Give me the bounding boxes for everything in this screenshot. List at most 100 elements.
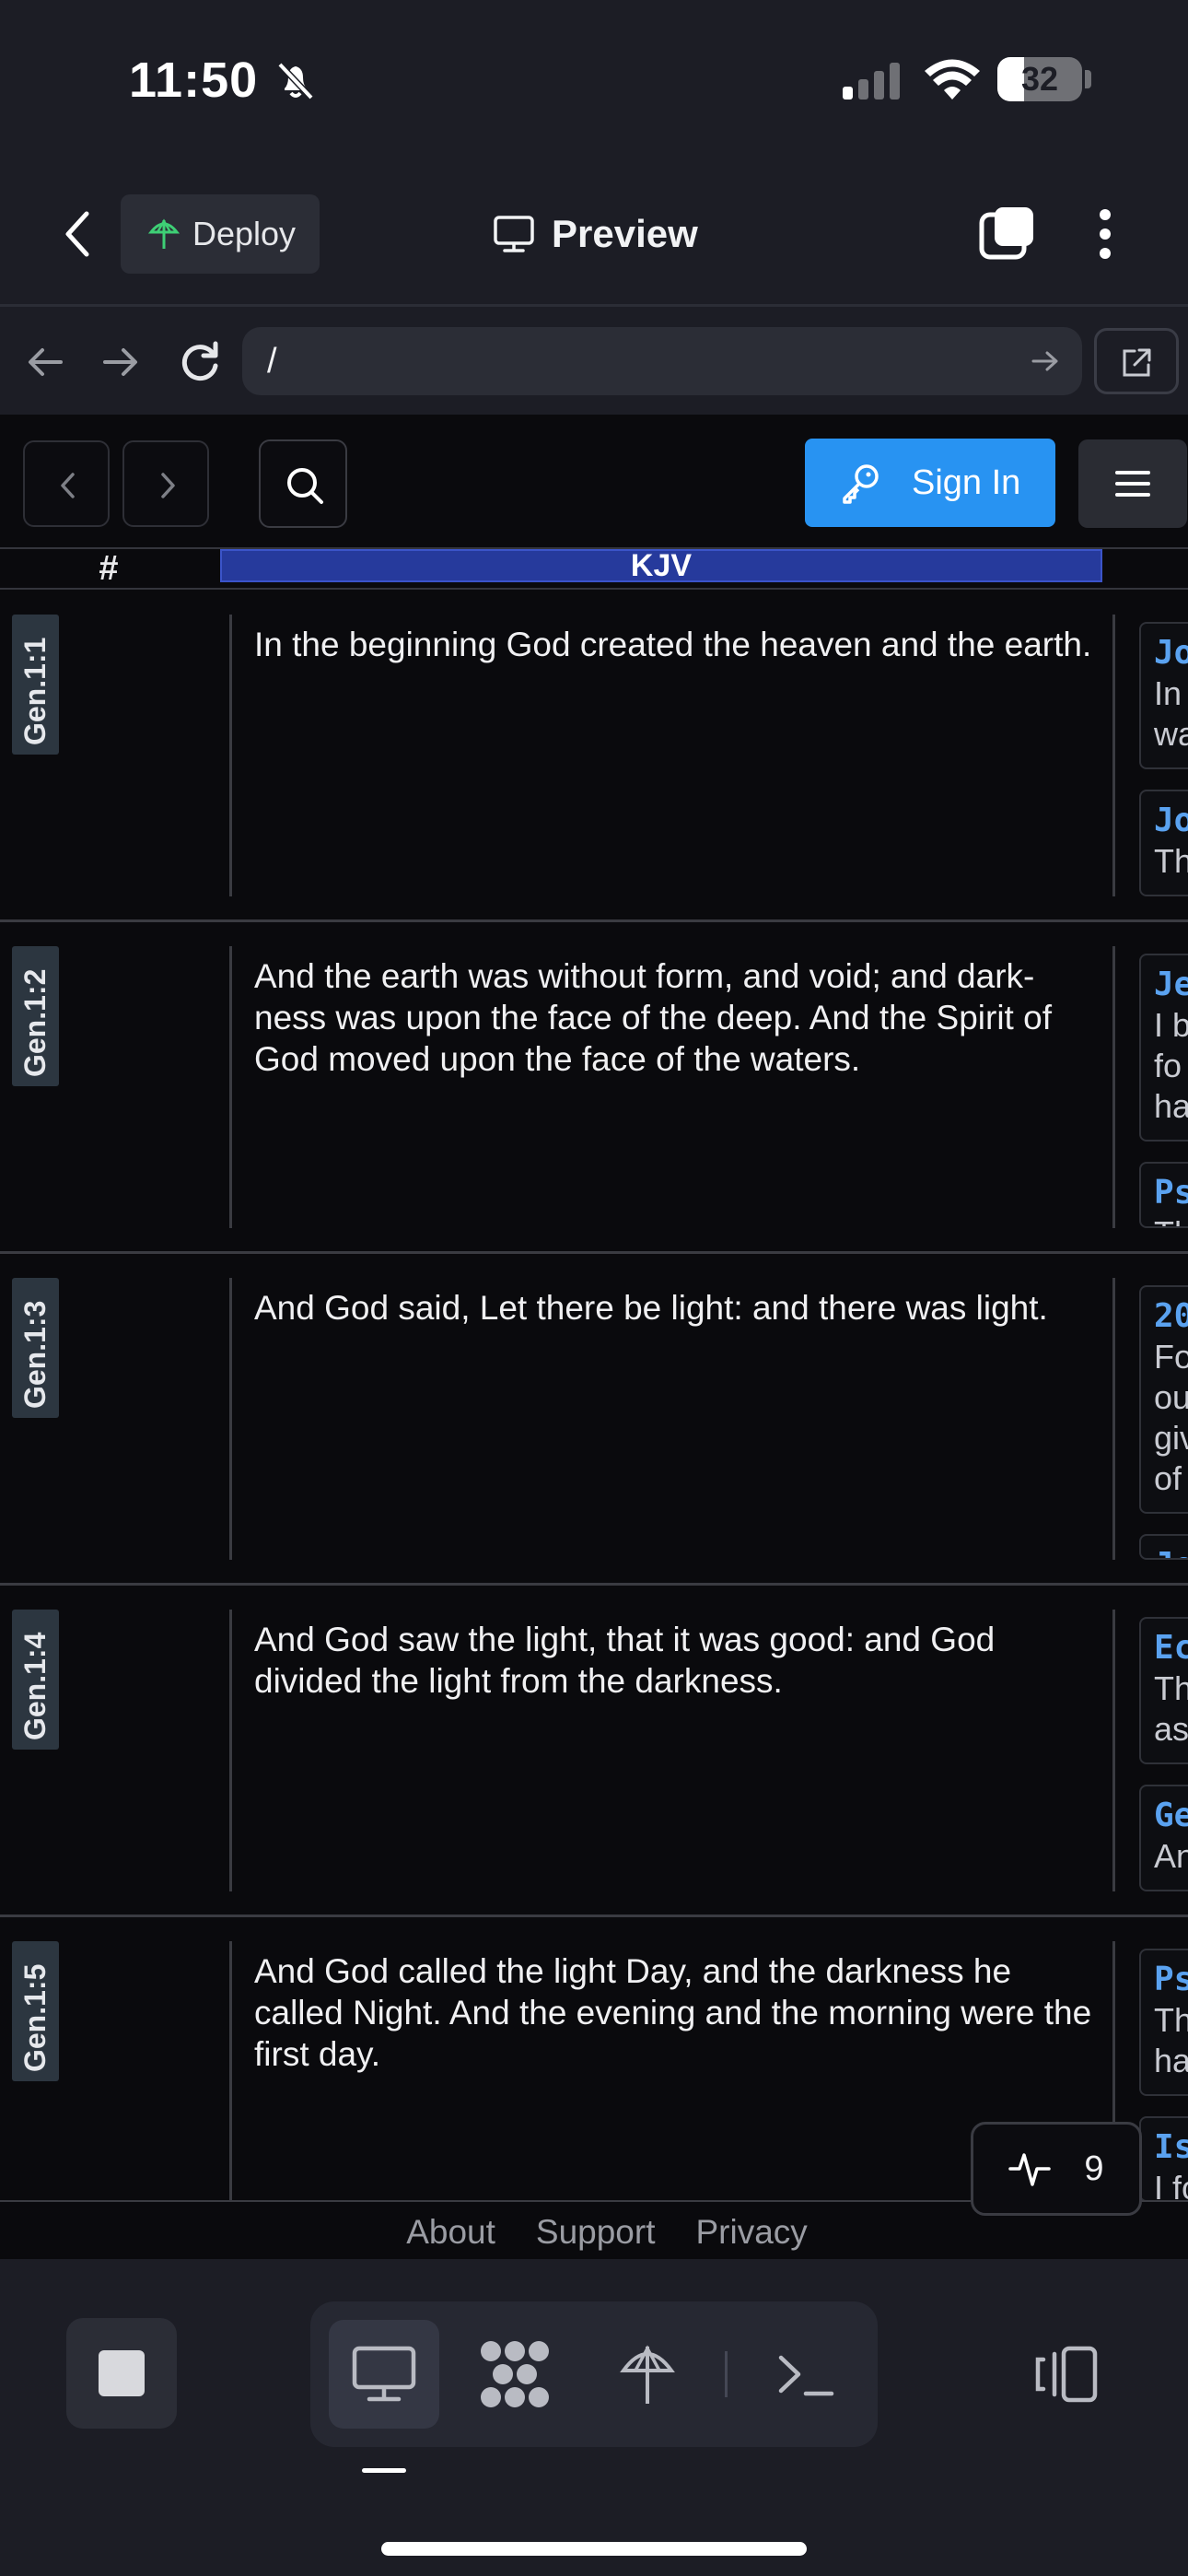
deploy-label: Deploy (192, 215, 297, 252)
deploy-button[interactable]: Deploy (121, 194, 320, 274)
row-divider (0, 1583, 1188, 1586)
hamburger-icon (1114, 469, 1151, 498)
cross-reference-card[interactable]: PsThha (1139, 1949, 1188, 2096)
active-tool-indicator (362, 2468, 406, 2473)
activity-button[interactable]: 9 (971, 2122, 1142, 2216)
external-link-button[interactable] (1094, 328, 1179, 394)
terminal-icon[interactable] (776, 2350, 835, 2400)
verse-text: And the earth was without form, and void… (254, 957, 1052, 1078)
key-icon (838, 461, 882, 505)
verse-reference[interactable]: Gen.1:2 (12, 946, 59, 1086)
verse-text: And God saw the light, that it was good:… (254, 1621, 996, 1700)
cross-reference-text: an (1154, 1877, 1188, 1890)
cross-reference-card[interactable]: JoInwa (1139, 622, 1188, 769)
footer-link-privacy[interactable]: Privacy (695, 2205, 807, 2260)
more-vertical-icon[interactable] (1091, 206, 1119, 262)
footer-link-about[interactable]: About (406, 2205, 495, 2260)
verse-reference-label: Gen.1:2 (18, 968, 52, 1077)
chevron-right-icon (155, 469, 181, 502)
cross-reference-ref[interactable]: 20 (1154, 1296, 1188, 1337)
cross-reference-card[interactable]: 20Foougivof (1139, 1285, 1188, 1514)
back-chevron-icon[interactable] (57, 206, 98, 262)
search-button[interactable] (259, 439, 347, 528)
cross-reference-text: Fo (1154, 1338, 1188, 1376)
deploy-umbrella-icon[interactable] (620, 2343, 675, 2407)
cross-reference-card[interactable]: Jo (1139, 1534, 1188, 1560)
cross-reference-text: fo (1154, 1047, 1182, 1084)
go-arrow-icon[interactable] (1031, 347, 1060, 375)
sign-in-button[interactable]: Sign In (805, 439, 1055, 527)
cross-reference-ref[interactable]: Ps (1154, 1173, 1188, 1213)
verse-reference[interactable]: Gen.1:5 (12, 1941, 59, 2081)
cross-reference-ref[interactable]: Is (1154, 2127, 1188, 2168)
cross-reference-text: I fo (1154, 2169, 1188, 2202)
device-frame-icon[interactable] (1032, 2345, 1099, 2404)
footer-links: About Support Privacy (0, 2205, 1188, 2260)
row-divider (0, 919, 1188, 922)
desktop-icon[interactable] (351, 2345, 417, 2404)
verse-text: And God called the light Day, and the da… (254, 1952, 1092, 2073)
verse-reference[interactable]: Gen.1:3 (12, 1278, 59, 1418)
verse-reference[interactable]: Gen.1:4 (12, 1610, 59, 1750)
url-text[interactable]: / (267, 336, 277, 386)
cross-reference-card[interactable]: IsI fo (1139, 2116, 1188, 2202)
cross-reference-text: ha (1154, 1087, 1188, 1125)
verse-reference-label: Gen.1:3 (18, 1300, 52, 1409)
signal-icon (841, 61, 903, 100)
cross-reference-text: Th (1154, 842, 1188, 880)
cross-reference-ref[interactable]: Ge (1154, 1796, 1188, 1836)
cross-reference-text: wa (1154, 715, 1188, 753)
preview-title: Preview (493, 205, 698, 263)
arrow-right-icon[interactable] (99, 341, 142, 383)
monitor-icon (493, 215, 535, 253)
prev-button[interactable] (23, 440, 110, 527)
cross-reference-ref[interactable]: Je (1154, 965, 1188, 1005)
cross-reference-text: of (1154, 1459, 1182, 1497)
verse-reference[interactable]: Gen.1:1 (12, 615, 59, 755)
cross-reference-text: ha (1154, 2042, 1188, 2079)
cross-reference-ref[interactable]: Ec (1154, 1628, 1188, 1669)
footer-link-support[interactable]: Support (536, 2205, 656, 2260)
cross-reference-card[interactable]: JoTh (1139, 790, 1188, 896)
umbrella-icon (148, 217, 180, 251)
verse-text: And God said, Let there be light: and th… (254, 1289, 1048, 1327)
home-indicator[interactable] (381, 2542, 807, 2556)
cross-reference-card[interactable]: JeI bfoha (1139, 954, 1188, 1142)
chevron-left-icon (55, 469, 81, 502)
cross-reference-ref[interactable]: Jo (1154, 633, 1188, 673)
cross-reference-ref[interactable]: Jo (1154, 801, 1188, 841)
verse-reference-label: Gen.1:4 (18, 1632, 52, 1740)
cross-reference-text: An (1154, 1837, 1188, 1875)
cross-reference-ref[interactable]: Ps (1154, 1960, 1188, 2000)
sign-in-label: Sign In (912, 463, 1021, 502)
tool-divider (725, 2351, 728, 2397)
url-input[interactable] (242, 327, 1082, 395)
cross-reference-text: Th (1154, 1669, 1188, 1707)
verse-reference-label: Gen.1:1 (18, 637, 52, 745)
bell-slash-icon (273, 57, 319, 103)
battery-icon: 32 (997, 57, 1082, 101)
preview-label: Preview (552, 212, 698, 255)
cross-reference-card[interactable]: PsTh (1139, 1162, 1188, 1228)
arrow-left-icon[interactable] (24, 341, 66, 383)
search-icon (284, 464, 326, 507)
status-time: 11:50 (129, 53, 259, 108)
column-divider (229, 1278, 232, 1560)
next-button[interactable] (122, 440, 209, 527)
nodes-icon[interactable] (478, 2340, 552, 2408)
menu-button[interactable] (1078, 439, 1187, 528)
column-divider (229, 1610, 232, 1891)
column-header-kjv[interactable]: KJV (220, 549, 1102, 582)
reload-icon[interactable] (177, 338, 223, 384)
cross-reference-card[interactable]: GeAn an (1139, 1785, 1188, 1891)
row-divider (0, 1914, 1188, 1917)
column-header-number: # (99, 549, 119, 588)
battery-tip (1085, 70, 1091, 88)
cross-reference-text: ou (1154, 1378, 1188, 1416)
cross-reference-ref[interactable]: Jo (1154, 1545, 1188, 1558)
column-divider (229, 615, 232, 896)
tabs-icon[interactable] (978, 204, 1037, 263)
stop-icon (99, 2350, 145, 2396)
cross-reference-card[interactable]: EcThas (1139, 1617, 1188, 1764)
verse-text: In the beginning God created the heaven … (254, 626, 1092, 663)
